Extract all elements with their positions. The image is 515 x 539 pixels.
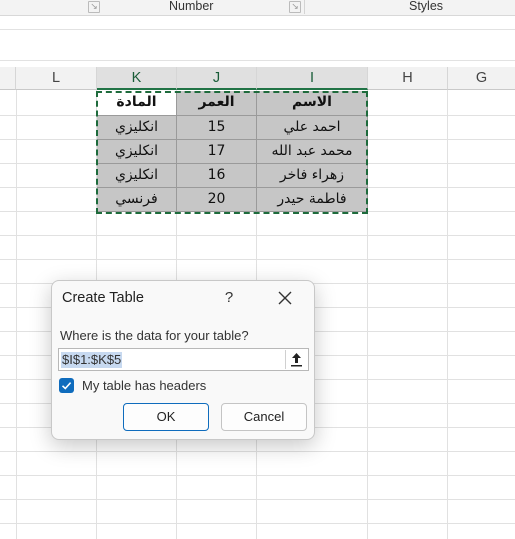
table-cell[interactable]: 16 (177, 164, 257, 188)
grid-line (0, 475, 515, 476)
column-header-h[interactable]: H (368, 67, 448, 90)
ok-button[interactable]: OK (123, 403, 209, 431)
range-value[interactable]: $I$1:$K$5 (61, 352, 123, 368)
checkbox-icon[interactable] (59, 378, 74, 393)
cancel-button[interactable]: Cancel (221, 403, 307, 431)
grid-line (16, 90, 17, 539)
grid-line (0, 235, 515, 236)
formula-bar-area (0, 29, 515, 61)
collapse-dialog-icon[interactable] (285, 350, 307, 369)
cell-j1-header[interactable]: العمر (177, 91, 257, 116)
column-header-k[interactable]: K (97, 67, 177, 90)
ribbon-group-styles: Styles (409, 0, 444, 13)
headers-checkbox-label[interactable]: My table has headers (82, 378, 206, 393)
column-header-j[interactable]: J (177, 67, 257, 90)
grid-line (0, 451, 515, 452)
table-cell[interactable]: فرنسي (97, 188, 177, 212)
grid-line (0, 523, 515, 524)
table-cell[interactable]: انكليزي (97, 140, 177, 164)
table-cell[interactable]: احمد علي (257, 116, 368, 140)
ribbon: ↘ Number ↘ Styles (0, 0, 515, 16)
create-table-dialog: Create Table ? Where is the data for you… (51, 280, 315, 440)
close-icon[interactable] (274, 287, 296, 309)
ribbon-group-number: Number (169, 0, 214, 13)
help-button[interactable]: ? (220, 289, 238, 306)
grid-line (0, 259, 515, 260)
table-cell[interactable]: 20 (177, 188, 257, 212)
grid-line (0, 499, 515, 500)
column-header-i[interactable]: I (257, 67, 368, 90)
table-cell[interactable]: 15 (177, 116, 257, 140)
cell-i1-header[interactable]: الاسم (257, 91, 368, 116)
table-cell[interactable]: زهراء فاخر (257, 164, 368, 188)
dialog-launcher-icon[interactable]: ↘ (88, 1, 100, 13)
column-header-g[interactable]: G (448, 67, 515, 90)
grid-line (447, 90, 448, 539)
table-cell[interactable]: فاطمة حيدر (257, 188, 368, 212)
table-cell[interactable]: انكليزي (97, 164, 177, 188)
dialog-launcher-icon[interactable]: ↘ (289, 1, 301, 13)
table-cell[interactable]: 17 (177, 140, 257, 164)
select-all-corner[interactable] (0, 67, 16, 90)
range-input[interactable]: $I$1:$K$5 (58, 348, 309, 371)
table-cell[interactable]: انكليزي (97, 116, 177, 140)
table-cell[interactable]: محمد عبد الله (257, 140, 368, 164)
dialog-title: Create Table (62, 290, 144, 306)
cell-k1-header[interactable]: المادة (97, 91, 177, 116)
range-prompt-label: Where is the data for your table? (60, 328, 249, 343)
ribbon-separator (304, 0, 305, 14)
column-header-l[interactable]: L (16, 67, 97, 90)
